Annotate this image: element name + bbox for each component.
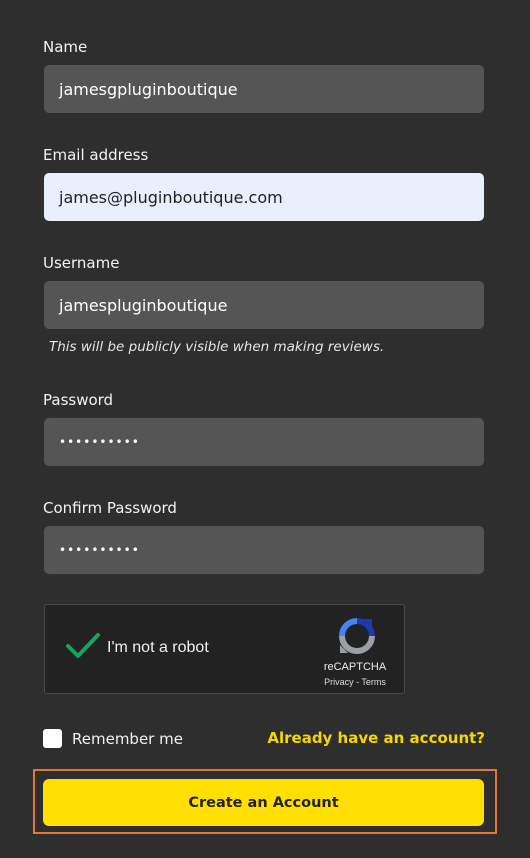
recaptcha-label: I'm not a robot bbox=[107, 639, 209, 656]
recaptcha-brand: reCAPTCHA bbox=[323, 661, 387, 673]
password-label: Password bbox=[43, 391, 114, 409]
confirm-password-label: Confirm Password bbox=[43, 499, 177, 517]
name-label: Name bbox=[43, 38, 88, 56]
name-input[interactable]: jamesgpluginboutique bbox=[44, 65, 484, 113]
check-icon[interactable] bbox=[65, 631, 101, 661]
username-hint: This will be publicly visible when makin… bbox=[49, 339, 385, 355]
remember-checkbox[interactable] bbox=[43, 729, 62, 748]
username-label: Username bbox=[43, 254, 120, 272]
confirm-password-input[interactable]: •••••••••• bbox=[44, 526, 484, 574]
remember-me[interactable]: Remember me bbox=[43, 729, 183, 748]
remember-label: Remember me bbox=[72, 729, 183, 748]
email-input[interactable]: james@pluginboutique.com bbox=[44, 173, 484, 221]
recaptcha-logo-icon bbox=[339, 618, 375, 654]
email-label: Email address bbox=[43, 146, 149, 164]
login-link[interactable]: Already have an account? bbox=[267, 729, 485, 747]
recaptcha-widget[interactable]: I'm not a robot reCAPTCHA Privacy - Term… bbox=[44, 604, 405, 694]
password-input[interactable]: •••••••••• bbox=[44, 418, 484, 466]
username-input[interactable]: jamespluginboutique bbox=[44, 281, 484, 329]
create-account-button[interactable]: Create an Account bbox=[43, 779, 484, 826]
recaptcha-links[interactable]: Privacy - Terms bbox=[307, 677, 403, 687]
